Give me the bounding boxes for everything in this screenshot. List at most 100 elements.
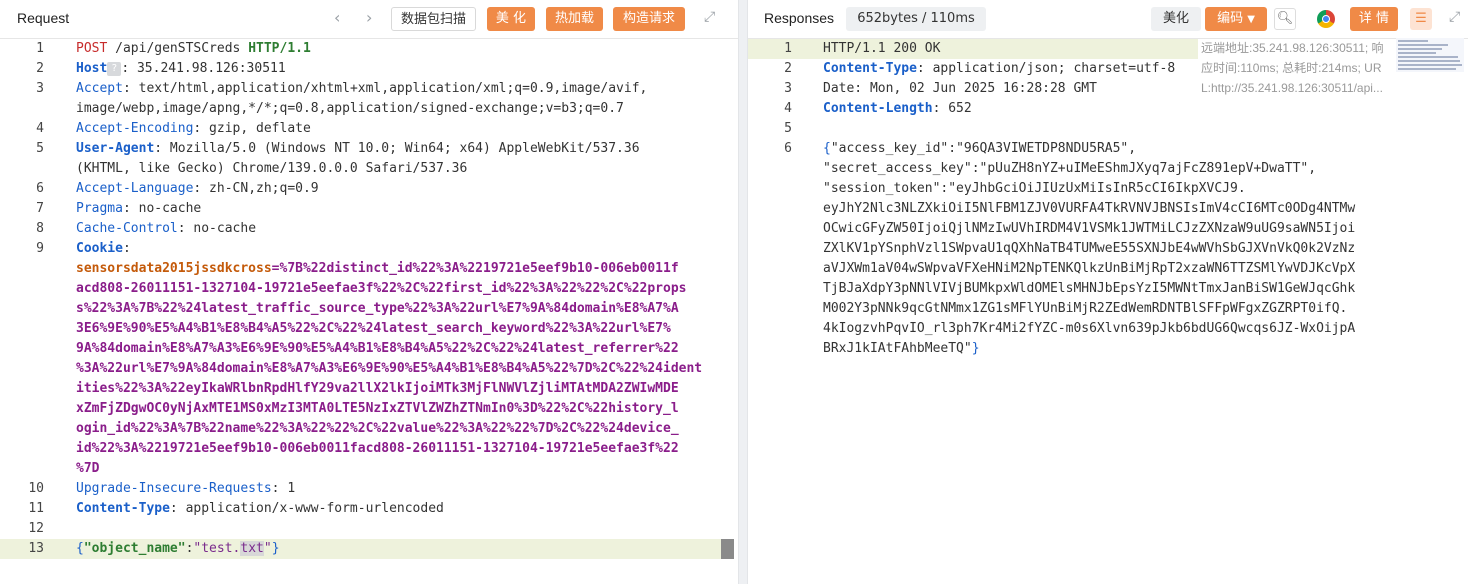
- request-code-line: (KHTML, like Gecko) Chrome/139.0.0.0 Saf…: [0, 159, 738, 179]
- packet-scan-button[interactable]: 数据包扫描: [391, 7, 476, 31]
- line-text: Content-Type: application/x-www-form-url…: [76, 501, 444, 516]
- request-code-line: ities%22%3A%22eyIkaWRlbnRpdHlfY29va2llX2…: [0, 379, 738, 399]
- line-text: sensorsdata2015jssdkcross=%7B%22distinct…: [76, 261, 679, 276]
- request-code-line: ogin_id%22%3A%7B%22name%22%3A%22%22%2C%2…: [0, 419, 738, 439]
- request-code-line: sensorsdata2015jssdkcross=%7B%22distinct…: [0, 259, 738, 279]
- line-number: 12: [28, 521, 44, 536]
- line-number: 9: [36, 241, 44, 256]
- response-code-line: aVJXWm1aV04wSWpvaVFXeHNiM2NpTENKQlkzUnBi…: [748, 259, 1468, 279]
- line-text: acd808-26011151-1327104-19721e5eefae3f%2…: [76, 281, 687, 296]
- encoding-label: 编码: [1217, 11, 1244, 26]
- line-text: "secret_access_key":"pUuZH8nYZ+uIMeEShmJ…: [823, 161, 1317, 176]
- line-text: Accept: text/html,application/xhtml+xml,…: [76, 81, 648, 96]
- line-text: Content-Length: 652: [823, 101, 972, 116]
- response-code-line: "session_token":"eyJhbGciOiJIUzUxMiIsInR…: [748, 179, 1468, 199]
- line-number: 3: [784, 81, 792, 96]
- line-text: Accept-Encoding: gzip, deflate: [76, 121, 311, 136]
- request-code-line: 11 Content-Type: application/x-www-form-u…: [0, 499, 738, 519]
- request-title: Request: [17, 10, 70, 26]
- request-toolbar: Request ‹ › 数据包扫描 美 化 热加载 构造请求 ⤢: [0, 0, 738, 39]
- detail-button[interactable]: 详 情: [1350, 7, 1398, 31]
- beautify-response-button[interactable]: 美化: [1151, 7, 1201, 31]
- response-code-line: 5: [748, 119, 1468, 139]
- line-text: Accept-Language: zh-CN,zh;q=0.9: [76, 181, 319, 196]
- request-code-line: 7 Pragma: no-cache: [0, 199, 738, 219]
- line-text: "session_token":"eyJhbGciOiJIUzUxMiIsInR…: [823, 181, 1246, 196]
- line-number: 2: [36, 61, 44, 76]
- request-panel: Request ‹ › 数据包扫描 美 化 热加载 构造请求 ⤢ 1 POST /…: [0, 0, 738, 584]
- line-number: 5: [784, 121, 792, 136]
- line-text: Cookie:: [76, 241, 139, 256]
- line-text: Pragma: no-cache: [76, 201, 202, 216]
- line-number: 13: [28, 541, 44, 556]
- line-text: 9A%84domain%E8%A7%A3%E6%9E%90%E5%A4%B1%E…: [76, 341, 679, 356]
- line-number: 1: [784, 41, 792, 56]
- response-code-line: "secret_access_key":"pUuZH8nYZ+uIMeEShmJ…: [748, 159, 1468, 179]
- line-number: 6: [784, 141, 792, 156]
- response-toolbar: Responses 652bytes / 110ms 美化 编码 ▼ 🔍︎ 详 …: [748, 0, 1468, 39]
- line-number: 3: [36, 81, 44, 96]
- remote-meta-line-2: 应时间:110ms; 总耗时:214ms; UR: [1201, 61, 1382, 75]
- request-code-line: 1 POST /api/genSTSCreds HTTP/1.1: [0, 39, 738, 59]
- line-number: 4: [36, 121, 44, 136]
- response-code-line: ZXlKV1pYSnphVzl1SWpvaU1qQXhNaTB4TUMweE55…: [748, 239, 1468, 259]
- chrome-icon[interactable]: [1317, 10, 1335, 28]
- request-code-line: 4 Accept-Encoding: gzip, deflate: [0, 119, 738, 139]
- remote-meta-line-1: 远端地址:35.241.98.126:30511; 响: [1201, 41, 1384, 55]
- line-text: image/webp,image/apng,*/*;q=0.8,applicat…: [76, 101, 624, 116]
- back-arrow-icon[interactable]: ‹: [334, 8, 340, 27]
- line-number: 7: [36, 201, 44, 216]
- expand-icon[interactable]: ⤢: [1449, 9, 1460, 25]
- remote-meta-line-3: L:http://35.241.98.126:30511/api...: [1201, 81, 1383, 95]
- line-text: xZmFjZDgwOC0yNjAxMTE1MS0xMzI3MTA0LTE5NzI…: [76, 401, 679, 416]
- request-code-line: xZmFjZDgwOC0yNjAxMTE1MS0xMzI3MTA0LTE5NzI…: [0, 399, 738, 419]
- expand-icon[interactable]: ⤢: [704, 9, 715, 25]
- line-text: id%22%3A%2219721e5eef9b10-006eb0011facd8…: [76, 441, 679, 456]
- response-minimap[interactable]: [1396, 38, 1464, 72]
- response-code-line: 4kIogzvhPqvIO_rl3ph7Kr4Mi2fYZC-m0s6Xlvn6…: [748, 319, 1468, 339]
- line-number: 1: [36, 41, 44, 56]
- line-text: Upgrade-Insecure-Requests: 1: [76, 481, 296, 496]
- line-text: s%22%3A%7B%22%24latest_traffic_source_ty…: [76, 301, 679, 316]
- encoding-dropdown[interactable]: 编码 ▼: [1205, 7, 1267, 31]
- request-code-line: 12: [0, 519, 738, 539]
- response-editor[interactable]: 1 HTTP/1.1 200 OK 2 Content-Type: applicati…: [748, 38, 1468, 584]
- response-code-line: TjBJaXdpY3pNNlVIVjBUMkpxWldOMElsMHNJbEps…: [748, 279, 1468, 299]
- line-text: 4kIogzvhPqvIO_rl3ph7Kr4Mi2fYZC-m0s6Xlvn6…: [823, 321, 1356, 336]
- request-code-line: 13 {"object_name":"test.txt"}: [0, 539, 724, 559]
- line-number: 8: [36, 221, 44, 236]
- request-code-line: 5 User-Agent: Mozilla/5.0 (Windows NT 10.…: [0, 139, 738, 159]
- line-text: Cache-Control: no-cache: [76, 221, 257, 236]
- line-text: Content-Type: application/json; charset=…: [823, 61, 1176, 76]
- request-editor[interactable]: 1 POST /api/genSTSCreds HTTP/1.1 2 Host?: 3…: [0, 38, 738, 584]
- request-code-line: %7D: [0, 459, 738, 479]
- line-text: POST /api/genSTSCreds HTTP/1.1: [76, 41, 311, 56]
- line-text: OCwicGFyZW50IjoiQjlNMzIwUVhIRDM4V1VSMk1J…: [823, 221, 1356, 236]
- line-number: 10: [28, 481, 44, 496]
- comment-icon[interactable]: ☰: [1410, 8, 1432, 30]
- request-code-line: 6 Accept-Language: zh-CN,zh;q=0.9: [0, 179, 738, 199]
- line-number: 11: [28, 501, 44, 516]
- search-icon[interactable]: 🔍︎: [1274, 8, 1296, 30]
- panel-splitter[interactable]: [738, 0, 748, 584]
- chevron-down-icon: ▼: [1247, 14, 1255, 25]
- line-text: Date: Mon, 02 Jun 2025 16:28:28 GMT: [823, 81, 1097, 96]
- response-code-line: 1 HTTP/1.1 200 OK: [748, 39, 1198, 59]
- request-code-line: 3 Accept: text/html,application/xhtml+xml…: [0, 79, 738, 99]
- response-code-line: 4 Content-Length: 652: [748, 99, 1468, 119]
- line-text: eyJhY2Nlc3NLZXkiOiI5NlFBM1ZJV0VURFA4TkRV…: [823, 201, 1356, 216]
- line-text: M002Y3pNNk9qcGtNMmx1ZG1sMFlYUnBiMjR2ZEdW…: [823, 301, 1348, 316]
- request-code-line: 8 Cache-Control: no-cache: [0, 219, 738, 239]
- forward-arrow-icon[interactable]: ›: [366, 8, 372, 27]
- help-badge-icon[interactable]: ?: [107, 61, 122, 76]
- response-code-line: BRxJ1kIAtFAhbMeeTQ"}: [748, 339, 1468, 359]
- line-text: User-Agent: Mozilla/5.0 (Windows NT 10.0…: [76, 141, 640, 156]
- line-number: 2: [784, 61, 792, 76]
- request-code-line: 10 Upgrade-Insecure-Requests: 1: [0, 479, 738, 499]
- hot-load-button[interactable]: 热加载: [546, 7, 603, 31]
- construct-request-button[interactable]: 构造请求: [613, 7, 685, 31]
- response-code-line: eyJhY2Nlc3NLZXkiOiI5NlFBM1ZJV0VURFA4TkRV…: [748, 199, 1468, 219]
- beautify-request-button[interactable]: 美 化: [487, 7, 535, 31]
- line-text: HTTP/1.1 200 OK: [823, 41, 941, 56]
- line-text: TjBJaXdpY3pNNlVIVjBUMkpxWldOMElsMHNJbEps…: [823, 281, 1356, 296]
